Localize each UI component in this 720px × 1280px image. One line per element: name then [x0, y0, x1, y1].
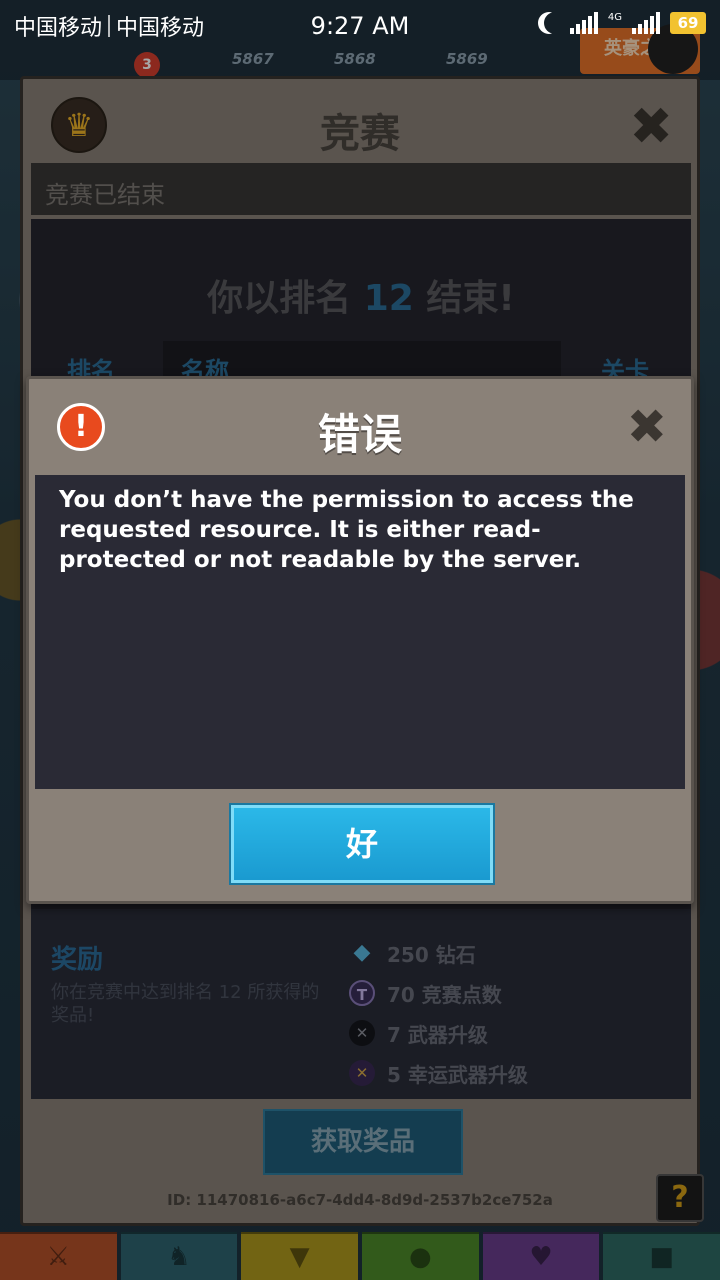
battery-indicator: 69	[670, 12, 706, 34]
network-type: 4G	[607, 12, 622, 23]
error-message: You don’t have the permission to access …	[35, 475, 685, 789]
error-dialog: ! 错误 ✖ You don’t have the permission to …	[26, 376, 694, 904]
status-bar: 中国移动 中国移动 9:27 AM 4G 69	[0, 0, 720, 52]
close-icon[interactable]: ✖	[627, 403, 667, 451]
ok-button[interactable]: 好	[231, 805, 493, 883]
signal-icon	[569, 12, 598, 34]
status-icons: 4G 69	[538, 12, 706, 34]
do-not-disturb-icon	[544, 12, 566, 34]
signal-icon-2	[632, 12, 660, 34]
error-title: 错误	[317, 410, 402, 459]
